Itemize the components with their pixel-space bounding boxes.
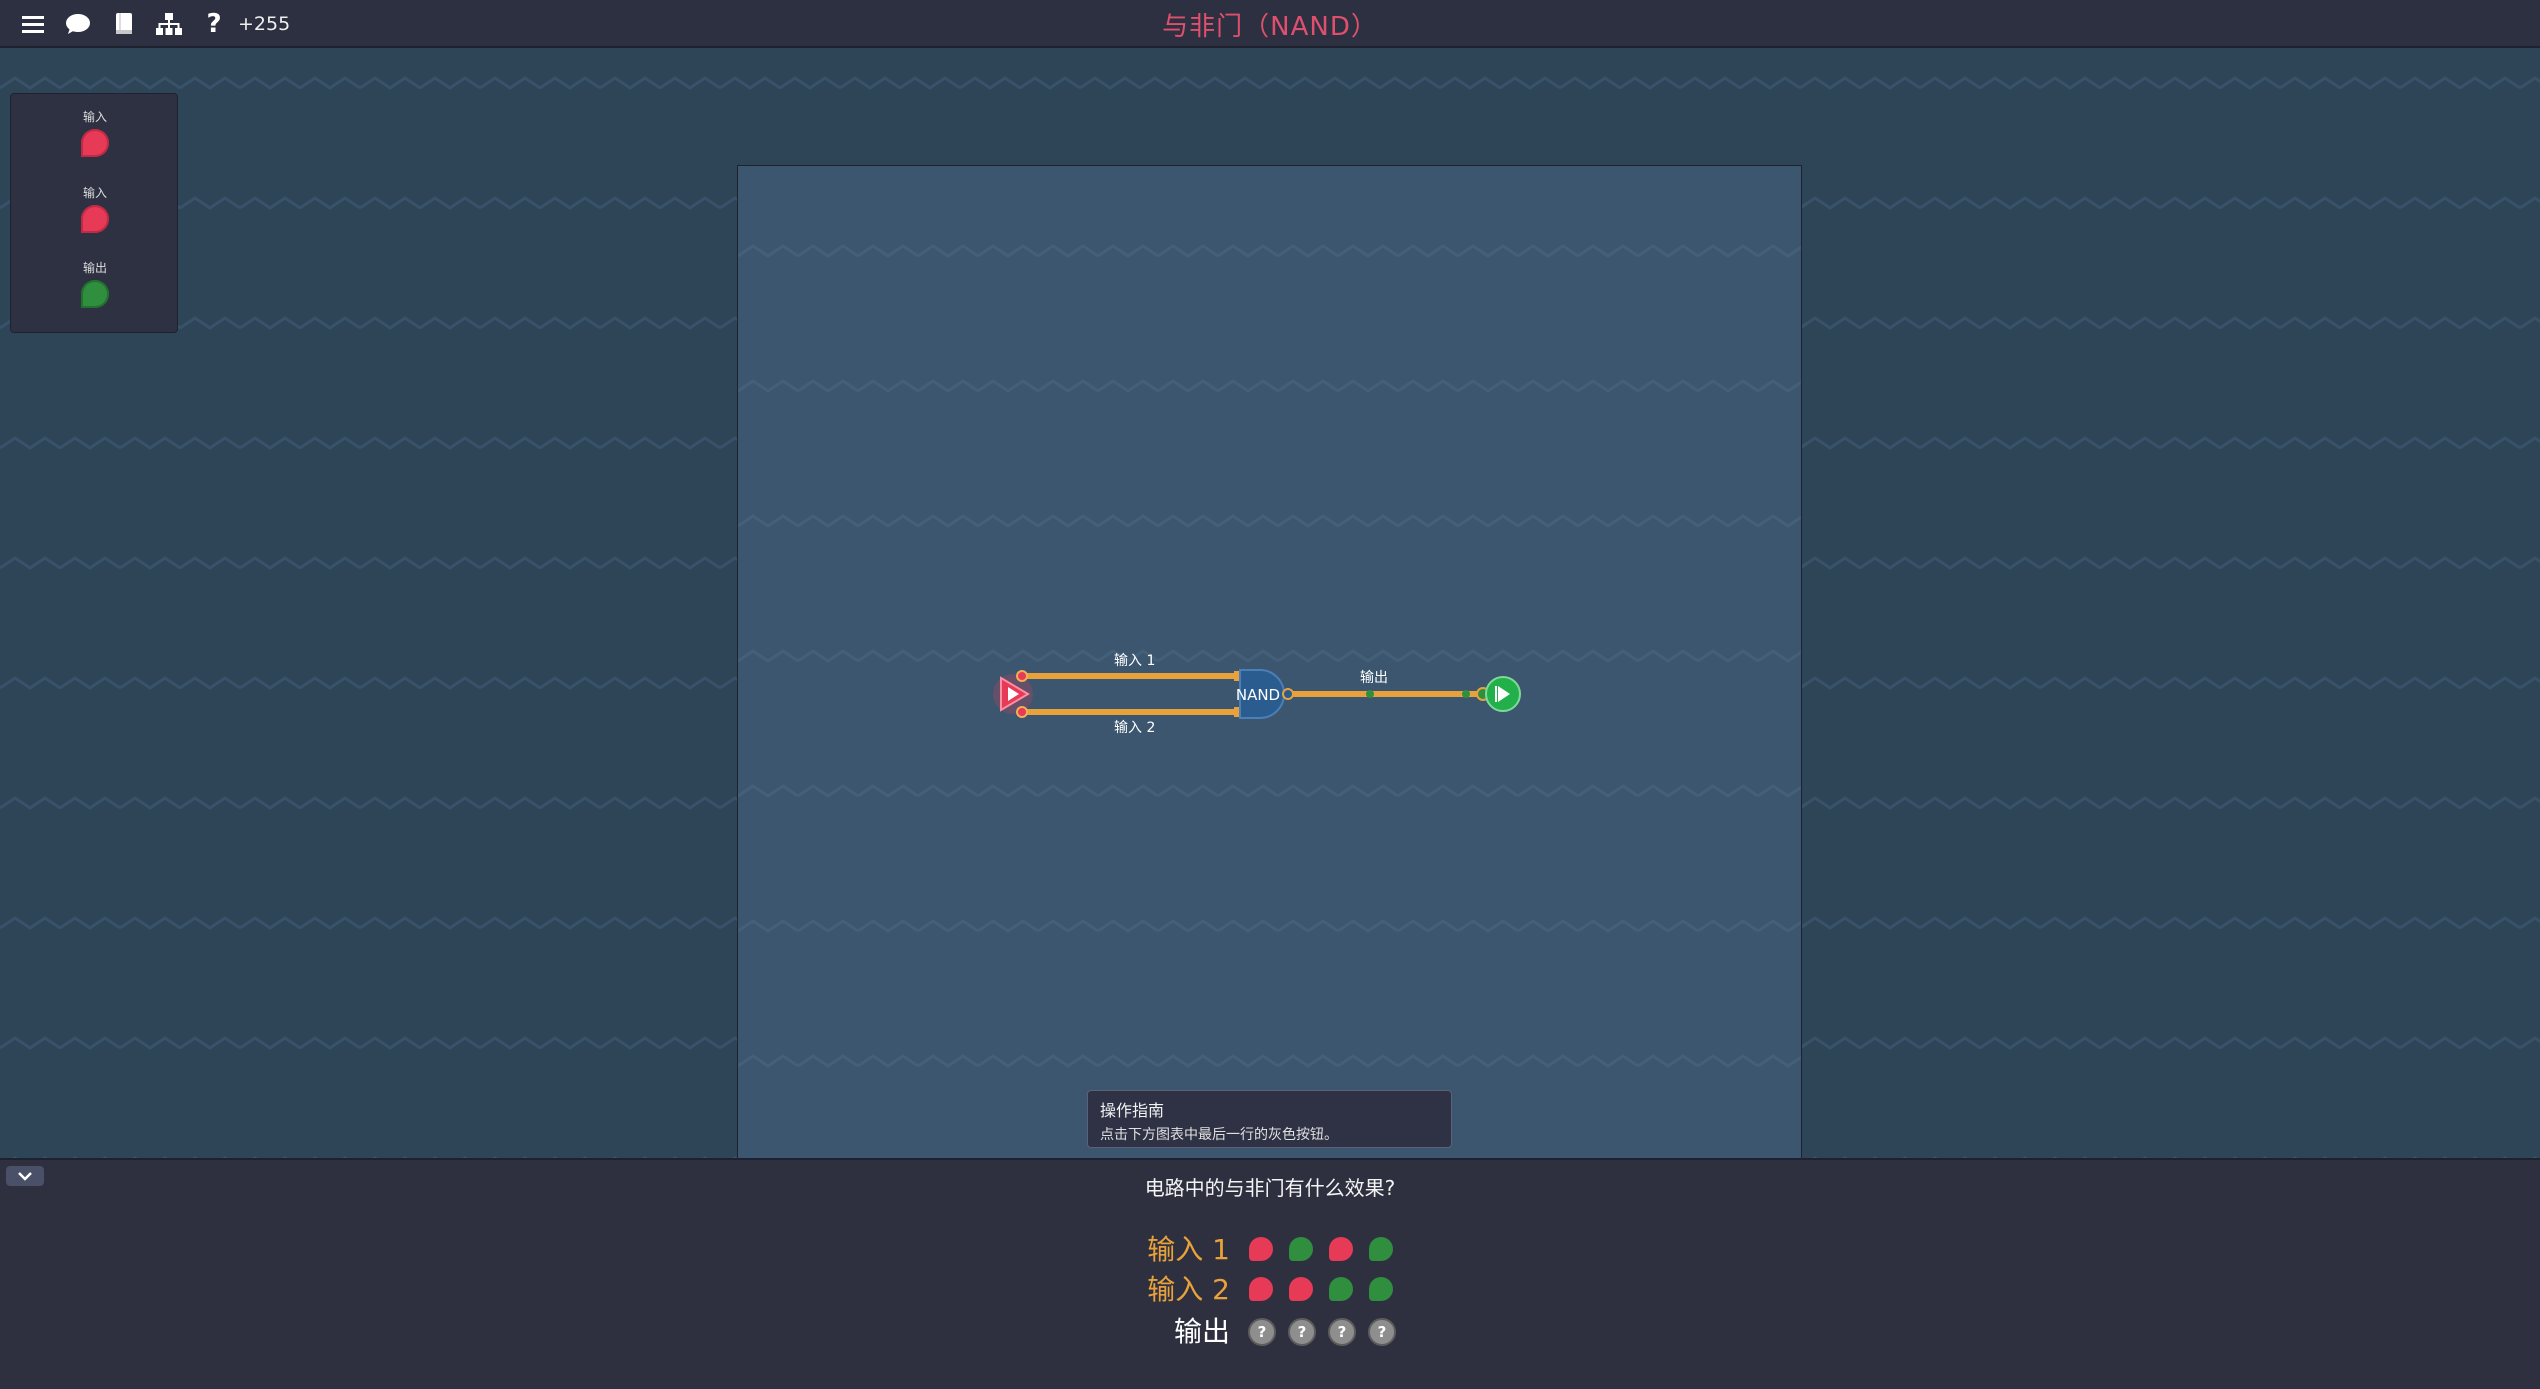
play-bar — [1495, 686, 1497, 702]
red-signal-icon — [1249, 1277, 1273, 1301]
output-answer-cell[interactable]: ? — [1328, 1318, 1356, 1346]
guide-text: 点击下方图表中最后一行的灰色按钮。 — [1100, 1127, 1338, 1143]
component-palette: 输入 输入 输出 — [10, 93, 178, 333]
unknown-output-button[interactable]: ? — [1368, 1318, 1396, 1346]
truth-cell-red — [1328, 1236, 1354, 1262]
row-label-input-2: 输入 2 — [1147, 1273, 1230, 1306]
guide-box: 操作指南 点击下方图表中最后一行的灰色按钮。 — [1087, 1090, 1452, 1148]
truth-table-question: 电路中的与非门有什么效果? — [1144, 1176, 1396, 1200]
green-signal-icon — [1369, 1237, 1393, 1261]
palette-item-label: 输出 — [82, 261, 107, 275]
green-signal-icon — [1329, 1277, 1353, 1301]
output-answer-cell[interactable]: ? — [1368, 1318, 1396, 1346]
wire-signal-dot — [1366, 690, 1374, 698]
row-label-input-1: 输入 1 — [1147, 1233, 1230, 1266]
truth-cell-green — [1368, 1276, 1394, 1302]
wire-label-input-2: 输入 2 — [1114, 720, 1156, 736]
gate-label: NAND — [1236, 686, 1280, 704]
palette-item-label: 输入 — [82, 186, 107, 200]
palette-output[interactable]: 输出 — [11, 259, 179, 308]
output-answer-cell[interactable]: ? — [1288, 1318, 1316, 1346]
truth-cell-red — [1248, 1236, 1274, 1262]
circuit-canvas[interactable]: NAND 输入 1 输入 2 输出 — [737, 165, 1802, 1165]
unknown-output-button[interactable]: ? — [1288, 1318, 1316, 1346]
green-signal-icon — [1369, 1277, 1393, 1301]
output-sink-icon[interactable] — [81, 280, 109, 308]
green-signal-icon — [1289, 1237, 1313, 1261]
unknown-output-button[interactable]: ? — [1328, 1318, 1356, 1346]
page-title: 与非门（NAND） — [1162, 12, 1378, 42]
guide-title: 操作指南 — [1100, 1101, 1165, 1120]
palette-item-label: 输入 — [82, 110, 107, 124]
wire-label-input-1: 输入 1 — [1114, 653, 1156, 669]
red-signal-icon — [1249, 1237, 1273, 1261]
top-bar: ? +255 与非门（NAND） — [0, 0, 2540, 48]
row-label-output: 输出 — [1173, 1315, 1230, 1348]
input-source-icon[interactable] — [81, 129, 109, 157]
wire-signal-dot — [1462, 690, 1470, 698]
truth-cell-red — [1288, 1276, 1314, 1302]
truth-cell-green — [1368, 1236, 1394, 1262]
palette-input-1[interactable]: 输入 — [11, 108, 179, 157]
truth-cell-green — [1328, 1276, 1354, 1302]
gate-output-pin[interactable] — [1282, 688, 1294, 700]
wire-label-output: 输出 — [1360, 670, 1388, 686]
input-pin[interactable] — [1016, 706, 1028, 718]
red-signal-icon — [1329, 1237, 1353, 1261]
input-source-icon[interactable] — [81, 205, 109, 233]
circuit-diagram: NAND — [993, 669, 1521, 719]
unknown-output-button[interactable]: ? — [1248, 1318, 1276, 1346]
red-signal-icon — [1289, 1277, 1313, 1301]
truth-table-panel: 电路中的与非门有什么效果? 输入 1 输入 2 输出 ???? — [0, 1158, 2540, 1389]
truth-cell-red — [1248, 1276, 1274, 1302]
output-answer-cell[interactable]: ? — [1248, 1318, 1276, 1346]
truth-cell-green — [1288, 1236, 1314, 1262]
palette-input-2[interactable]: 输入 — [11, 184, 179, 233]
input-pin[interactable] — [1016, 670, 1028, 682]
